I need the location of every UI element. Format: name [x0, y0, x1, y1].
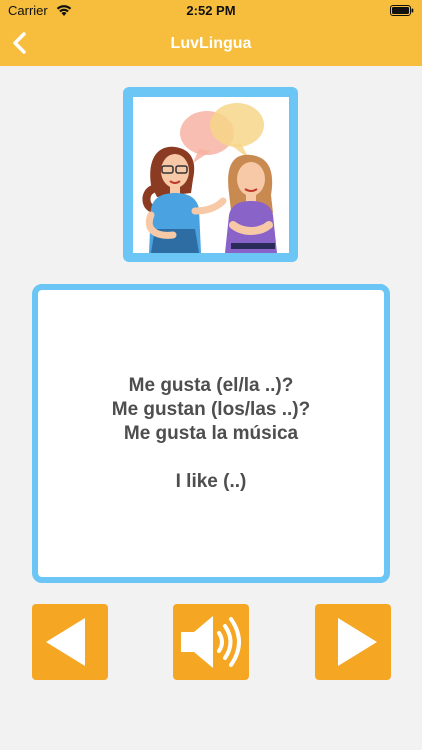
- app-screen: Carrier 2:52 PM LuvLingua Me gusta (el/l…: [0, 0, 422, 750]
- triangle-left-icon: [46, 618, 85, 666]
- app-title: LuvLingua: [170, 35, 252, 52]
- phrase-line-1: Me gusta (el/la ..)?: [128, 374, 294, 396]
- clock: 2:52 PM: [186, 3, 236, 18]
- header-bar: Carrier 2:52 PM LuvLingua: [0, 0, 422, 66]
- next-button[interactable]: [315, 604, 391, 680]
- illustration-frame: [133, 97, 289, 253]
- two-women-talking-illustration: [142, 103, 277, 253]
- phrase-translation: I like (..): [175, 470, 247, 492]
- phrase-card: Me gusta (el/la ..)? Me gustan (los/las …: [32, 284, 390, 583]
- previous-button[interactable]: [32, 604, 108, 680]
- status-bar: Carrier 2:52 PM: [0, 0, 422, 22]
- triangle-right-icon: [338, 618, 377, 666]
- phrase-line-2: Me gustan (los/las ..)?: [111, 398, 311, 420]
- battery-icon: [390, 5, 414, 16]
- play-sound-button[interactable]: [173, 604, 249, 680]
- navigation-bar: LuvLingua: [0, 22, 422, 66]
- phrase-line-3: Me gusta la música: [123, 422, 299, 444]
- illustration-card: [123, 87, 298, 262]
- speaker-icon: [181, 616, 241, 668]
